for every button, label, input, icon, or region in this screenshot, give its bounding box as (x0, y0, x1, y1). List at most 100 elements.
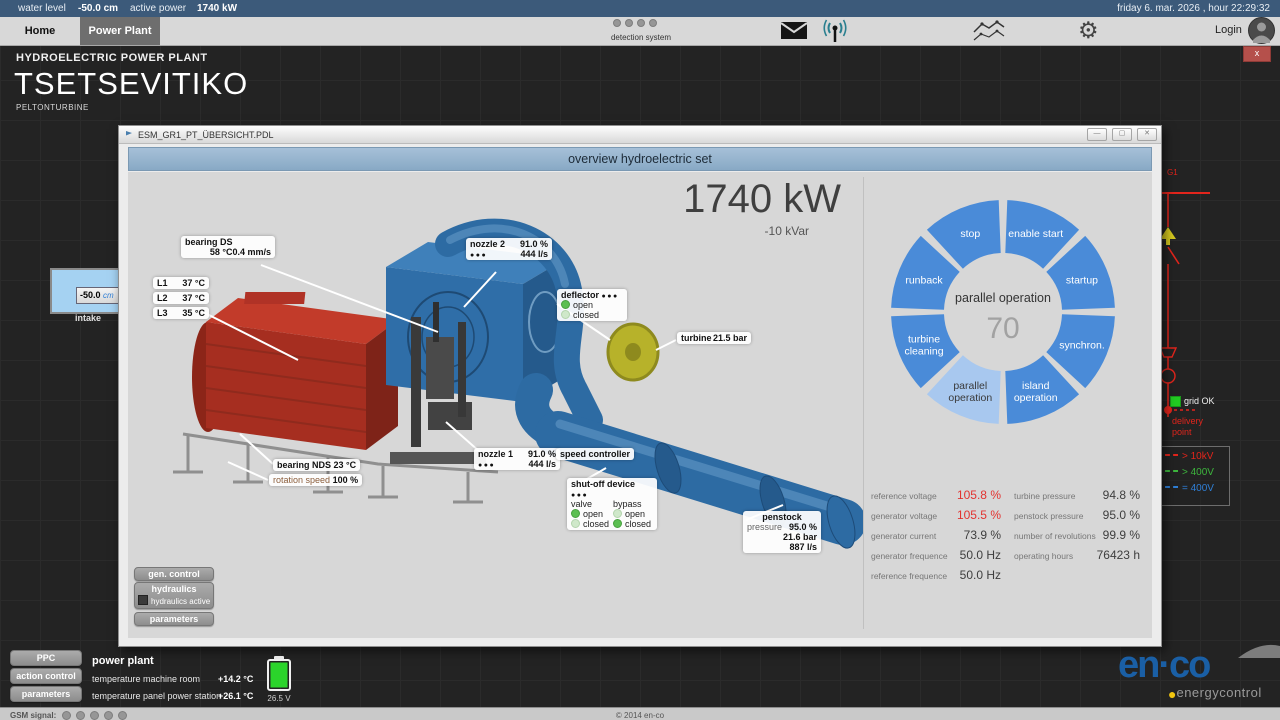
grid-ok-label: grid OK (1184, 396, 1215, 406)
table-row: penstock pressure95.0 % (1014, 508, 1140, 521)
minimize-button[interactable]: — (1087, 128, 1107, 141)
table-row: operating hours76423 h (1014, 548, 1140, 561)
gsm-dot (76, 711, 85, 720)
active-power-display: 1740 kW (641, 177, 841, 222)
parameters-button-window[interactable]: parameters (134, 612, 214, 626)
avatar[interactable] (1248, 17, 1275, 44)
window-content: 1740 kW -10 kVar parallel operation 70 e… (128, 172, 1152, 638)
hydraulics-active-checkbox[interactable] (138, 595, 148, 605)
gen-control-button[interactable]: gen. control (134, 567, 214, 581)
table-row: reference frequence50.0 Hz (871, 568, 1001, 581)
tab-power-plant[interactable]: Power Plant (80, 17, 160, 45)
gsm-dot (90, 711, 99, 720)
pie-segment-label: stop (960, 228, 980, 240)
delivery-point-label: delivery point (1172, 416, 1203, 438)
water-level-value: -50.0 cm (78, 0, 118, 17)
logo-subtext: ●energycontrol (1168, 684, 1262, 702)
table-row: number of revolutions99.9 % (1014, 528, 1140, 541)
pie-segment-label: synchron. (1059, 340, 1105, 352)
detection-system-label: detection system (598, 33, 684, 42)
pie-center-label: parallel operation (955, 291, 1051, 305)
rotation-speed-label: rotation speed 100 % (269, 474, 362, 486)
plant-summary-title: power plant (92, 655, 154, 667)
nozzle2-label: nozzle 2 91.0 % ●●● 444 l/s (466, 238, 552, 260)
valve-closed-led (571, 519, 580, 528)
bearing-nds-label: bearing NDS 23 °C (273, 459, 360, 471)
gsm-signal-label: GSM signal: (10, 711, 56, 720)
nozzle1-status-dots: ●●● (478, 462, 495, 469)
turbine-pressure-label: turbine 21.5 bar (677, 332, 751, 344)
maximize-button[interactable]: ▢ (1112, 128, 1132, 141)
generator-body (192, 292, 398, 450)
flywheel (608, 324, 658, 380)
speed-controller-label: speed controller (556, 448, 634, 460)
divider (863, 177, 864, 629)
window-close-button[interactable]: ✕ (1137, 128, 1157, 141)
deflector-label: deflector ●●● open closed (557, 289, 627, 321)
bypass-closed-led (613, 519, 622, 528)
table-row: generator current73.9 % (871, 528, 1001, 541)
water-level-label: water level (18, 0, 66, 17)
bearing-ds-label: bearing DS 0.4 mm/s 58 °C (181, 236, 275, 258)
table-row: generator voltage105.5 % (871, 508, 1001, 521)
mail-icon[interactable] (780, 21, 808, 40)
gsm-dot (104, 711, 113, 720)
hydraulics-button[interactable]: hydraulics hydraulics active (134, 582, 214, 609)
nozzle1-label: nozzle 1 91.0 % ●●● 444 l/s (474, 448, 560, 470)
shutoff-device-label: shut-off device ●●● valvebypass open ope… (567, 478, 657, 530)
intake-level-display: -50.0 cm (50, 268, 120, 314)
tab-home[interactable]: Home (0, 17, 81, 45)
login-label[interactable]: Login (1215, 24, 1242, 36)
legend-dash-10kv (1165, 454, 1178, 456)
pie-segment-label: paralleloperation (948, 380, 992, 404)
deflector-status-dots: ●●● (602, 293, 619, 300)
copyright: © 2014 en-co (600, 711, 680, 720)
parameters-button-bottom[interactable]: parameters (10, 686, 82, 702)
pie-center-value: 70 (986, 312, 1019, 345)
valve-open-led (571, 509, 580, 518)
pie-segment-label: runback (905, 274, 943, 286)
logo-text: en·co (1118, 644, 1209, 687)
datetime: friday 6. mar. 2026 , hour 22:29:32 (1117, 0, 1270, 17)
active-power-value: 1740 kW (197, 0, 237, 17)
table-row: reference voltage105.8 % (871, 488, 1001, 501)
switch-icon (1168, 247, 1179, 264)
deflector-closed-led (561, 310, 570, 319)
window-titlebar[interactable]: ESM_GR1_PT_ÜBERSICHT.PDL — ▢ ✕ (119, 126, 1161, 144)
logo-swoosh (1238, 641, 1280, 659)
penstock-label: penstock pressure 95.0 % 21.6 bar 887 l/… (743, 511, 821, 553)
window-header: overview hydroelectric set (128, 147, 1152, 171)
battery-icon (266, 656, 292, 692)
table-row: turbine pressure94.8 % (1014, 488, 1140, 501)
trend-icon[interactable] (972, 20, 1006, 42)
voltage-legend: > 10kV > 400V = 400V (1158, 446, 1230, 506)
legend-dash-400v-dc (1165, 486, 1178, 488)
window-title: ESM_GR1_PT_ÜBERSICHT.PDL (138, 130, 274, 140)
action-control-button[interactable]: action control (10, 668, 82, 684)
delivery-point-node (1164, 406, 1172, 414)
scada-screen: water level -50.0 cm active power 1740 k… (0, 0, 1280, 720)
temp-panel-label: temperature panel power station (92, 691, 221, 701)
reactive-power-display: -10 kVar (641, 224, 809, 238)
table-row: generator frequence50.0 Hz (871, 548, 1001, 561)
turbine-type-label: PELTONTURBINE (16, 103, 89, 112)
gear-icon[interactable]: ⚙ (1078, 17, 1099, 43)
bypass-open-led (613, 509, 622, 518)
ppc-button[interactable]: PPC (10, 650, 82, 666)
temp-machine-room-label: temperature machine room (92, 674, 200, 684)
intake-value: -50.0 (77, 290, 101, 300)
window-icon (124, 130, 134, 140)
pie-segment-label: turbinecleaning (904, 334, 943, 358)
shutoff-status-dots: ●●● (571, 492, 588, 499)
top-info-bar: water level -50.0 cm active power 1740 k… (0, 0, 1280, 17)
intake-label: intake (58, 313, 118, 323)
close-page-button[interactable]: x (1243, 46, 1271, 62)
plant-name-title: TSETSEVITIKO (14, 66, 248, 102)
legend-dash-400v-ac (1165, 470, 1178, 472)
antenna-icon[interactable] (822, 17, 848, 43)
active-power-label: active power (130, 0, 186, 17)
temp-machine-room-value: +14.2 °C (218, 674, 253, 684)
pie-segment-label: enable start (1008, 228, 1063, 240)
operation-mode-pie-menu: parallel operation 70 enable startstartu… (878, 194, 1130, 436)
transformer-icon (1160, 227, 1176, 239)
